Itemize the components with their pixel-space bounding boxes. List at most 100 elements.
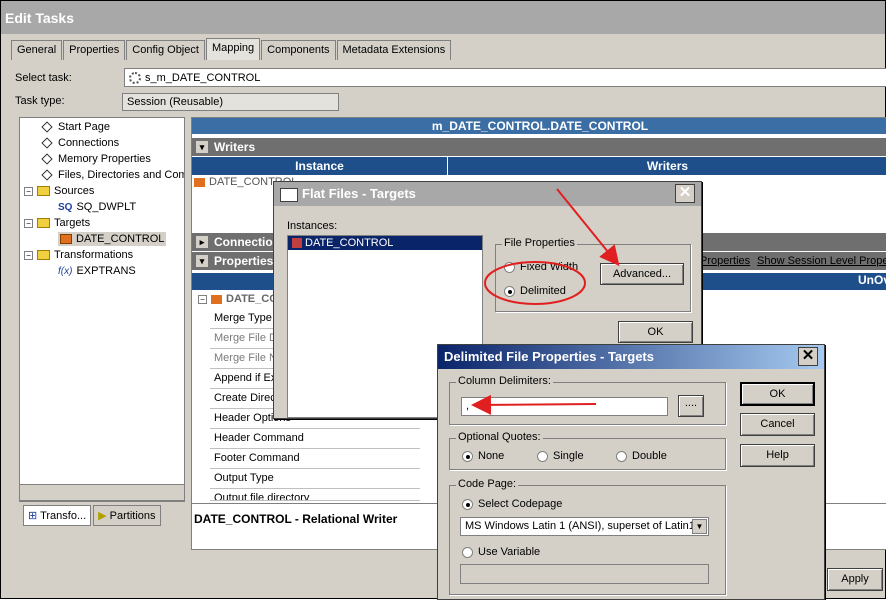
radio-selected-icon bbox=[462, 498, 473, 510]
diamond-icon bbox=[41, 121, 53, 133]
fixed-width-radio[interactable]: Fixed Width bbox=[504, 261, 578, 273]
target-icon bbox=[211, 294, 222, 304]
column-delimiters-group: Column Delimiters: , .... bbox=[449, 375, 726, 425]
tree-item-files-directories[interactable]: Files, Directories and Commands bbox=[40, 169, 184, 181]
file-properties-label: File Properties bbox=[502, 237, 577, 249]
partitions-icon: ▶ bbox=[98, 510, 110, 522]
advanced-button[interactable]: Advanced... bbox=[600, 263, 684, 285]
optional-quotes-label: Optional Quotes: bbox=[456, 431, 543, 443]
show-session-level-properties-link[interactable]: Show Session Level Properties bbox=[757, 255, 886, 267]
prop-header-command[interactable]: Header Command bbox=[210, 429, 420, 449]
tab-partitions[interactable]: ▶ Partitions bbox=[93, 505, 161, 526]
codepage-select[interactable]: MS Windows Latin 1 (ANSI), superset of L… bbox=[460, 517, 709, 536]
select-task-field[interactable]: s_m_DATE_CONTROL bbox=[124, 68, 886, 87]
properties-link[interactable]: Properties bbox=[700, 255, 750, 267]
tab-general[interactable]: General bbox=[11, 40, 63, 60]
diamond-icon bbox=[41, 169, 53, 181]
close-icon[interactable]: ✕ bbox=[675, 184, 695, 203]
radio-icon bbox=[504, 261, 515, 273]
delimited-ok-button[interactable]: OK bbox=[740, 382, 815, 406]
edit-tasks-window: Edit Tasks General Properties Config Obj… bbox=[0, 0, 886, 600]
writers-section[interactable]: ▾ Writers bbox=[192, 138, 886, 156]
radio-icon bbox=[616, 450, 627, 462]
column-delimiters-label: Column Delimiters: bbox=[456, 375, 553, 387]
select-task-label: Select task: bbox=[15, 72, 72, 84]
tab-components[interactable]: Components bbox=[261, 40, 336, 60]
browse-delimiters-button[interactable]: .... bbox=[678, 395, 704, 417]
tree-item-memory-properties[interactable]: Memory Properties bbox=[40, 153, 151, 165]
close-icon[interactable]: ✕ bbox=[798, 347, 818, 366]
collapse-icon[interactable]: − bbox=[24, 218, 33, 228]
tree-item-sq-dwplt[interactable]: SQ SQ_DWPLT bbox=[58, 201, 136, 213]
folder-icon bbox=[37, 250, 50, 260]
collapse-arrow-icon[interactable]: ▾ bbox=[196, 255, 208, 267]
radio-selected-icon bbox=[462, 450, 473, 462]
folder-icon bbox=[37, 186, 50, 196]
target-icon bbox=[60, 234, 72, 244]
session-gear-icon bbox=[129, 71, 141, 84]
radio-selected-icon bbox=[504, 285, 515, 297]
prop-footer-command[interactable]: Footer Command bbox=[210, 449, 420, 469]
task-type-label: Task type: bbox=[15, 95, 65, 107]
tab-config-object[interactable]: Config Object bbox=[126, 40, 205, 60]
tab-metadata-extensions[interactable]: Metadata Extensions bbox=[336, 40, 452, 60]
tree-item-targets[interactable]: − Targets bbox=[24, 217, 90, 229]
mapping-title: m_DATE_CONTROL.DATE_CONTROL bbox=[192, 118, 886, 134]
instance-column-header: Instance bbox=[192, 157, 448, 175]
instance-item[interactable]: DATE_CONTROL bbox=[288, 236, 482, 250]
collapse-icon[interactable]: − bbox=[24, 250, 33, 260]
delimited-cancel-button[interactable]: Cancel bbox=[740, 413, 815, 436]
window-title: Edit Tasks bbox=[1, 1, 885, 34]
tree-horizontal-scrollbar[interactable] bbox=[19, 484, 185, 501]
delimited-radio[interactable]: Delimited bbox=[504, 285, 566, 297]
collapse-arrow-icon[interactable]: ▸ bbox=[196, 236, 208, 248]
tree-item-exptrans[interactable]: f(x) EXPTRANS bbox=[58, 265, 136, 277]
diamond-icon bbox=[41, 153, 53, 165]
flatfile-icon bbox=[292, 238, 302, 248]
tab-strip: General Properties Config Object Mapping… bbox=[11, 38, 452, 60]
bottom-tab-strip: ⊞ Transfo... ▶ Partitions bbox=[23, 505, 161, 526]
quote-double-radio[interactable]: Double bbox=[616, 450, 667, 462]
optional-quotes-group: Optional Quotes: None Single Double bbox=[449, 431, 726, 470]
column-delimiters-input[interactable]: , bbox=[461, 397, 668, 416]
radio-icon bbox=[537, 450, 548, 462]
tree-item-transformations[interactable]: − Transformations bbox=[24, 249, 133, 261]
quote-single-radio[interactable]: Single bbox=[537, 450, 584, 462]
window-icon bbox=[280, 187, 298, 202]
task-tree: Start Page Connections Memory Properties… bbox=[19, 117, 185, 502]
tree-item-sources[interactable]: − Sources bbox=[24, 185, 94, 197]
transformations-icon: ⊞ bbox=[28, 510, 41, 522]
file-properties-group: File Properties Fixed Width Delimited Ad… bbox=[495, 237, 691, 312]
unoverride-column-header: UnOv bbox=[858, 273, 886, 287]
collapse-icon[interactable]: − bbox=[24, 186, 33, 196]
radio-icon bbox=[462, 546, 473, 558]
use-variable-input[interactable] bbox=[460, 564, 709, 584]
prop-output-file-directory[interactable]: Output file directory bbox=[210, 489, 420, 501]
tab-mapping[interactable]: Mapping bbox=[205, 38, 261, 60]
quote-none-radio[interactable]: None bbox=[462, 450, 504, 462]
delimited-properties-dialog: Delimited File Properties - Targets ✕ Co… bbox=[437, 344, 825, 600]
tree-item-connections[interactable]: Connections bbox=[40, 137, 119, 149]
select-codepage-radio[interactable]: Select Codepage bbox=[462, 498, 562, 510]
tab-properties[interactable]: Properties bbox=[63, 40, 126, 60]
target-icon bbox=[194, 177, 205, 187]
apply-button[interactable]: Apply bbox=[827, 568, 883, 591]
source-qualifier-icon: SQ bbox=[58, 201, 73, 213]
flat-files-ok-button[interactable]: OK bbox=[618, 321, 693, 343]
diamond-icon bbox=[41, 137, 53, 149]
code-page-label: Code Page: bbox=[456, 478, 519, 490]
collapse-arrow-icon[interactable]: ▾ bbox=[196, 141, 208, 153]
folder-icon bbox=[37, 218, 50, 228]
code-page-group: Code Page: Select Codepage MS Windows La… bbox=[449, 478, 726, 595]
tree-item-start-page[interactable]: Start Page bbox=[40, 121, 110, 133]
expression-icon: f(x) bbox=[58, 265, 73, 277]
chevron-down-icon[interactable]: ▼ bbox=[692, 519, 707, 534]
flat-files-titlebar: Flat Files - Targets ✕ bbox=[274, 182, 701, 206]
tab-transformations[interactable]: ⊞ Transfo... bbox=[23, 505, 92, 526]
prop-output-type[interactable]: Output Type bbox=[210, 469, 420, 489]
delimited-help-button[interactable]: Help bbox=[740, 444, 815, 467]
use-variable-radio[interactable]: Use Variable bbox=[462, 546, 540, 558]
collapse-icon[interactable]: − bbox=[198, 294, 207, 304]
select-task-value: s_m_DATE_CONTROL bbox=[145, 71, 261, 84]
tree-item-date-control[interactable]: DATE_CONTROL bbox=[58, 232, 167, 246]
